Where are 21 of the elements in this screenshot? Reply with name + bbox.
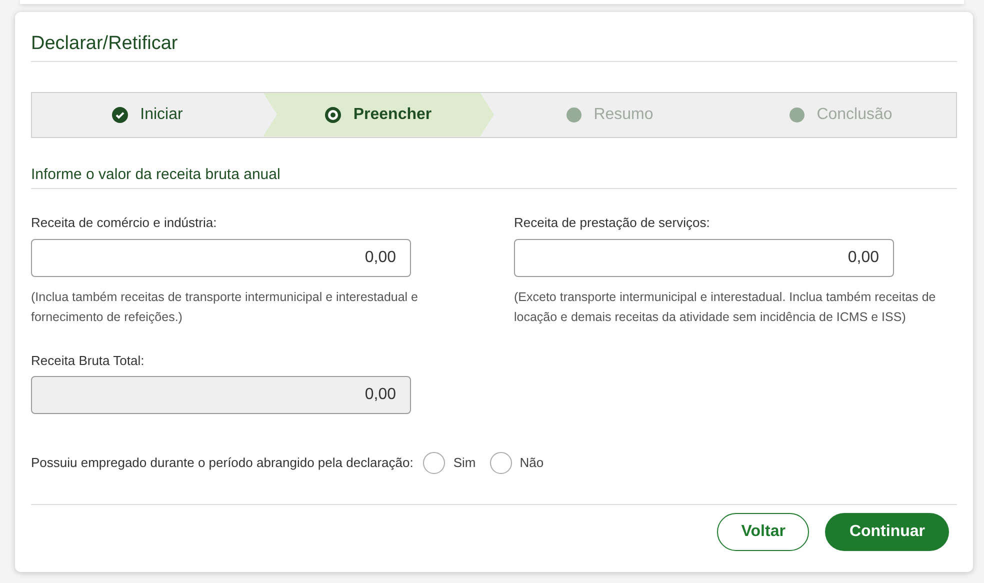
amount-input[interactable]: 0,00 xyxy=(514,238,894,276)
step-tab[interactable]: Preencher xyxy=(263,92,494,136)
radio-button[interactable] xyxy=(423,452,446,474)
check-circle-icon xyxy=(112,106,128,122)
page-title: Declarar/Retificar xyxy=(31,32,179,56)
field-hint: (Exceto transporte intermunicipal e interestadual. Inclua também receitas de locação e demais receitas da atividade sem incidência de ICMS e ISS) xyxy=(514,288,937,326)
amount-input[interactable]: 0,00 xyxy=(31,238,411,276)
radio-dot-icon xyxy=(325,106,342,122)
radio-button[interactable] xyxy=(490,452,512,474)
section-title: Informe o valor da receita bruta anual xyxy=(31,164,282,184)
dot-icon xyxy=(566,106,582,122)
back-button[interactable]: Voltar xyxy=(717,513,810,551)
field-label: Receita Bruta Total: xyxy=(31,352,146,370)
dot-icon xyxy=(788,106,805,122)
field-hint: (Inclua também receitas de transporte intermunicipal e interestadual e fornecimento de refeições.) xyxy=(31,288,420,326)
radio-label: Não xyxy=(520,454,544,472)
continue-button[interactable]: Continuar xyxy=(825,513,949,551)
field-label: Receita de comércio e indústria: xyxy=(31,214,218,232)
radio-label: Sim xyxy=(453,454,476,472)
question-label: Possuiu empregado durante o período abrangido pela declaração: xyxy=(31,454,414,472)
field-label: Receita de prestação de serviços: xyxy=(514,214,711,232)
